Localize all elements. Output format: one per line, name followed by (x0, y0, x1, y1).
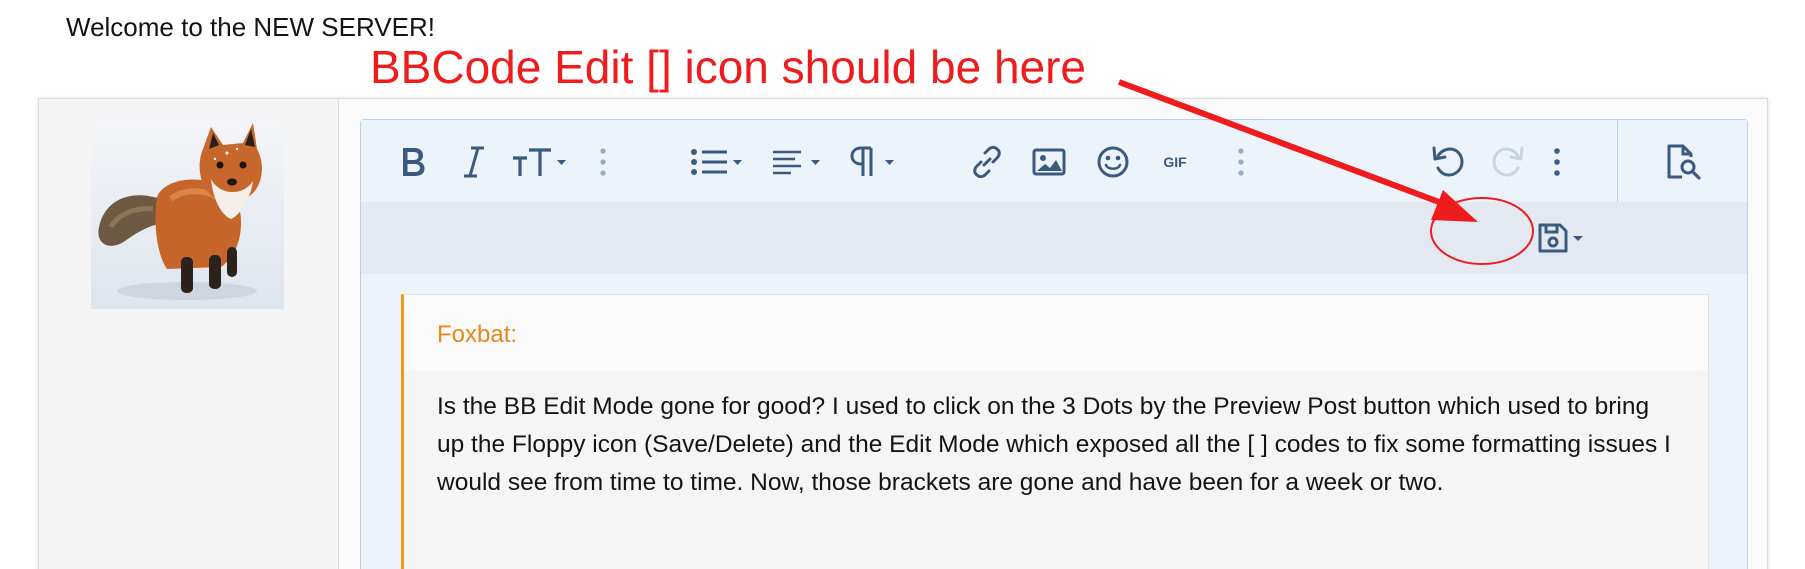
bold-icon[interactable] (395, 140, 431, 184)
smilie-icon[interactable] (1093, 140, 1133, 184)
quote-body: Is the BB Edit Mode gone for good? I use… (437, 393, 1671, 496)
paragraph-icon[interactable] (849, 140, 907, 184)
annotation-text: BBCode Edit [] icon should be here (370, 41, 1087, 93)
floppy-disk-icon (1538, 223, 1568, 253)
drafts-button[interactable] (1535, 216, 1591, 260)
undo-icon[interactable] (1427, 140, 1467, 184)
toolbar-divider (1617, 120, 1618, 202)
italic-icon[interactable] (459, 140, 489, 184)
link-icon[interactable] (967, 140, 1007, 184)
user-column (39, 99, 339, 569)
avatar[interactable] (91, 119, 284, 309)
gif-icon[interactable]: GIF (1155, 140, 1195, 184)
more-options-icon[interactable] (1547, 140, 1567, 184)
align-icon[interactable] (771, 140, 831, 184)
image-icon[interactable] (1029, 140, 1069, 184)
more-text-options-icon[interactable] (593, 140, 613, 184)
post-block: GIF Foxbat: Is the BB Edit Mode gone for… (38, 98, 1768, 569)
redo-icon[interactable] (1489, 140, 1529, 184)
quoted-message: Foxbat: Is the BB Edit Mode gone for goo… (401, 294, 1709, 569)
svg-text:GIF: GIF (1163, 154, 1187, 170)
message-editor: GIF Foxbat: Is the BB Edit Mode gone for… (360, 119, 1748, 569)
fox-avatar-image (91, 119, 284, 309)
welcome-message: Welcome to the NEW SERVER! (66, 12, 435, 42)
preview-icon[interactable] (1661, 140, 1707, 184)
editor-toolbar: GIF (361, 120, 1747, 202)
text-size-icon[interactable] (511, 140, 577, 184)
chevron-down-icon (1573, 236, 1583, 241)
editor-subbar (361, 202, 1747, 274)
quote-author: Foxbat: (404, 295, 1708, 371)
more-insert-options-icon[interactable] (1231, 140, 1251, 184)
list-icon[interactable] (689, 140, 751, 184)
